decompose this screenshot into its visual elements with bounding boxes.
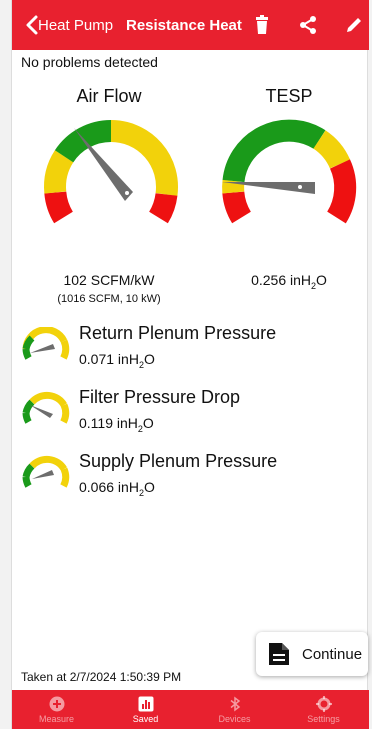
- plus-circle-icon: [49, 696, 64, 712]
- pressure-row-supply-plenum[interactable]: Supply Plenum Pressure 0.066 inH2O: [12, 451, 369, 507]
- return-plenum-value: 0.071 inH2O: [79, 351, 155, 370]
- tab-settings[interactable]: Settings: [279, 690, 368, 729]
- continue-button[interactable]: Continue: [256, 632, 368, 676]
- share-icon[interactable]: [298, 15, 318, 35]
- pressure-row-return-plenum[interactable]: Return Plenum Pressure 0.071 inH2O: [12, 323, 369, 379]
- airflow-gauge-title: Air Flow: [76, 86, 142, 106]
- tesp-gauge: [222, 119, 357, 224]
- continue-label: Continue: [302, 646, 363, 663]
- airflow-subreading: (1016 SCFM, 10 kW): [57, 293, 161, 305]
- airflow-gauge: [44, 119, 178, 224]
- timestamp: Taken at 2/7/2024 1:50:39 PM: [21, 670, 182, 684]
- pressure-row-filter-drop[interactable]: Filter Pressure Drop 0.119 inH2O: [12, 387, 369, 443]
- tesp-reading: 0.256 inH2O: [251, 272, 327, 291]
- bar-chart-icon: [138, 696, 153, 712]
- tab-measure[interactable]: Measure: [12, 690, 101, 729]
- page-title: Resistance Heat: [126, 17, 242, 34]
- tab-devices[interactable]: Devices: [190, 690, 279, 729]
- status-message: No problems detected: [21, 54, 158, 70]
- top-bar: Heat Pump Resistance Heat: [12, 0, 369, 50]
- supply-plenum-title: Supply Plenum Pressure: [79, 451, 278, 471]
- edit-pencil-icon[interactable]: [344, 15, 364, 35]
- airflow-reading: 102 SCFM/kW: [63, 272, 155, 288]
- return-plenum-title: Return Plenum Pressure: [79, 323, 277, 343]
- bottom-tab-bar: Measure Saved Devices Settings: [12, 690, 369, 729]
- document-icon: [269, 643, 289, 665]
- filter-drop-mini-gauge: [22, 391, 70, 424]
- filter-drop-title: Filter Pressure Drop: [79, 387, 241, 407]
- supply-plenum-mini-gauge: [22, 455, 70, 488]
- back-button-label[interactable]: Heat Pump: [38, 17, 113, 34]
- bluetooth-icon: [230, 696, 240, 712]
- filter-drop-value: 0.119 inH2O: [79, 415, 154, 434]
- tab-saved[interactable]: Saved: [101, 690, 190, 729]
- supply-plenum-value: 0.066 inH2O: [79, 479, 155, 498]
- tesp-gauge-title: TESP: [265, 86, 313, 106]
- return-plenum-mini-gauge: [22, 327, 70, 360]
- trash-icon[interactable]: [252, 15, 272, 35]
- app-screen: Heat Pump Resistance Heat No problems de…: [11, 0, 369, 729]
- gear-icon: [315, 696, 332, 712]
